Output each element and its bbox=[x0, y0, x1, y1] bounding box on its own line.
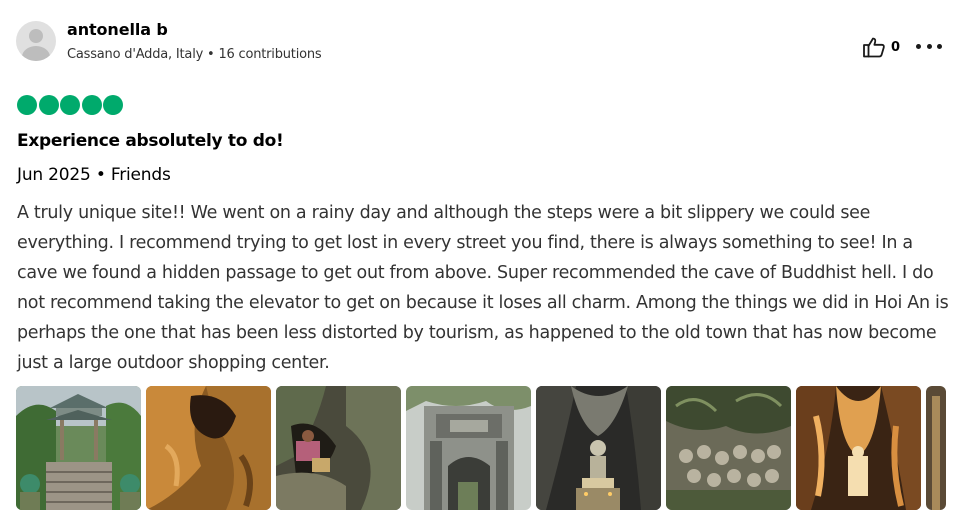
helpful-count: 0 bbox=[891, 39, 901, 55]
rating-bubble bbox=[81, 95, 102, 115]
reviewer-name[interactable]: antonella b bbox=[67, 20, 168, 39]
more-options-icon bbox=[926, 43, 932, 49]
photo-buddha-cave-image bbox=[536, 386, 661, 510]
review-photo[interactable] bbox=[406, 386, 531, 510]
review-photo[interactable] bbox=[666, 386, 791, 510]
helpful-vote-button[interactable]: 0 bbox=[862, 36, 900, 58]
review-photo[interactable] bbox=[16, 386, 141, 510]
photo-stone-gate-image bbox=[406, 386, 531, 510]
reviewer-meta: Cassano d'Adda, Italy • 16 contributions bbox=[67, 47, 322, 62]
photo-strip bbox=[16, 386, 946, 510]
avatar-head-shape bbox=[29, 29, 43, 43]
more-options-icon bbox=[937, 43, 942, 49]
review-photo[interactable] bbox=[796, 386, 921, 510]
thumbs-up-icon bbox=[863, 37, 885, 58]
review-photo[interactable] bbox=[926, 386, 946, 510]
photo-pagoda-image bbox=[16, 386, 141, 510]
more-options-icon bbox=[916, 43, 921, 49]
review-date-line: Jun 2025 • Friends bbox=[17, 165, 171, 185]
rating-bubble bbox=[38, 95, 59, 115]
rating-bubble bbox=[103, 95, 123, 115]
review-photo[interactable] bbox=[536, 386, 661, 510]
review-photo[interactable] bbox=[146, 386, 271, 510]
photo-cave-entrance-image bbox=[276, 386, 401, 510]
photo-cave-rock-image bbox=[146, 386, 271, 510]
photo-cave-partial-image bbox=[926, 386, 946, 510]
rating-bubble bbox=[17, 95, 37, 115]
avatar[interactable] bbox=[16, 21, 56, 61]
rating-bubbles bbox=[17, 95, 123, 115]
review-photo[interactable] bbox=[276, 386, 401, 510]
avatar-body-shape bbox=[22, 46, 50, 61]
photo-illuminated-cave-image bbox=[796, 386, 921, 510]
more-options-button[interactable] bbox=[916, 34, 942, 58]
review-text: A truly unique site!! We went on a rainy… bbox=[17, 203, 949, 373]
rating-bubble bbox=[60, 95, 80, 115]
photo-stone-carvings-image bbox=[666, 386, 791, 510]
review-title[interactable]: Experience absolutely to do! bbox=[17, 131, 284, 151]
